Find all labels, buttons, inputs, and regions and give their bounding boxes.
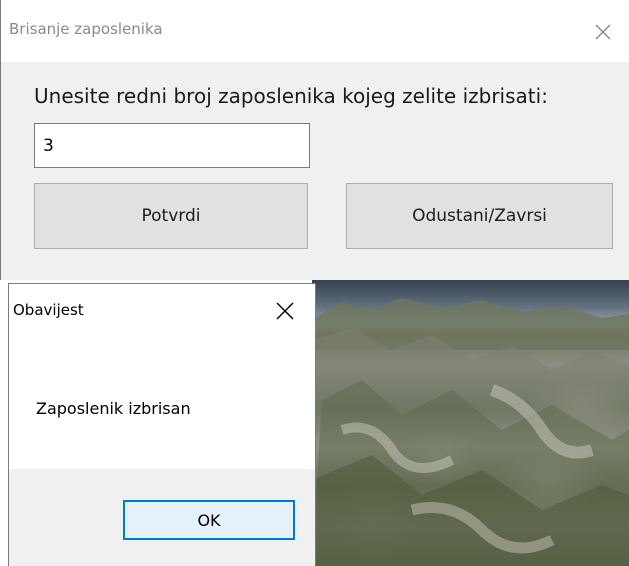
employee-number-input[interactable]: [34, 123, 310, 168]
window-title: Brisanje zaposlenika: [9, 20, 163, 38]
window-titlebar: Brisanje zaposlenika: [1, 0, 629, 62]
dialog-title: Obavijest: [13, 301, 84, 319]
cancel-finish-button[interactable]: Odustani/Zavrsi: [346, 183, 613, 249]
dialog-message: Zaposlenik izbrisan: [36, 399, 191, 418]
close-icon[interactable]: [591, 20, 615, 44]
close-icon[interactable]: [272, 298, 298, 324]
background-photo: [312, 280, 629, 566]
employee-number-prompt: Unesite redni broj zaposlenika kojeg zel…: [34, 84, 548, 108]
background-mountain-ridge: [312, 298, 629, 566]
ok-button[interactable]: OK: [123, 500, 295, 540]
delete-employee-window: Brisanje zaposlenika Unesite redni broj …: [0, 0, 629, 280]
confirm-button[interactable]: Potvrdi: [34, 183, 308, 249]
screen: Brisanje zaposlenika Unesite redni broj …: [0, 0, 629, 566]
dialog-button-area: OK: [9, 469, 315, 566]
notification-dialog: Obavijest Zaposlenik izbrisan OK: [8, 283, 316, 566]
